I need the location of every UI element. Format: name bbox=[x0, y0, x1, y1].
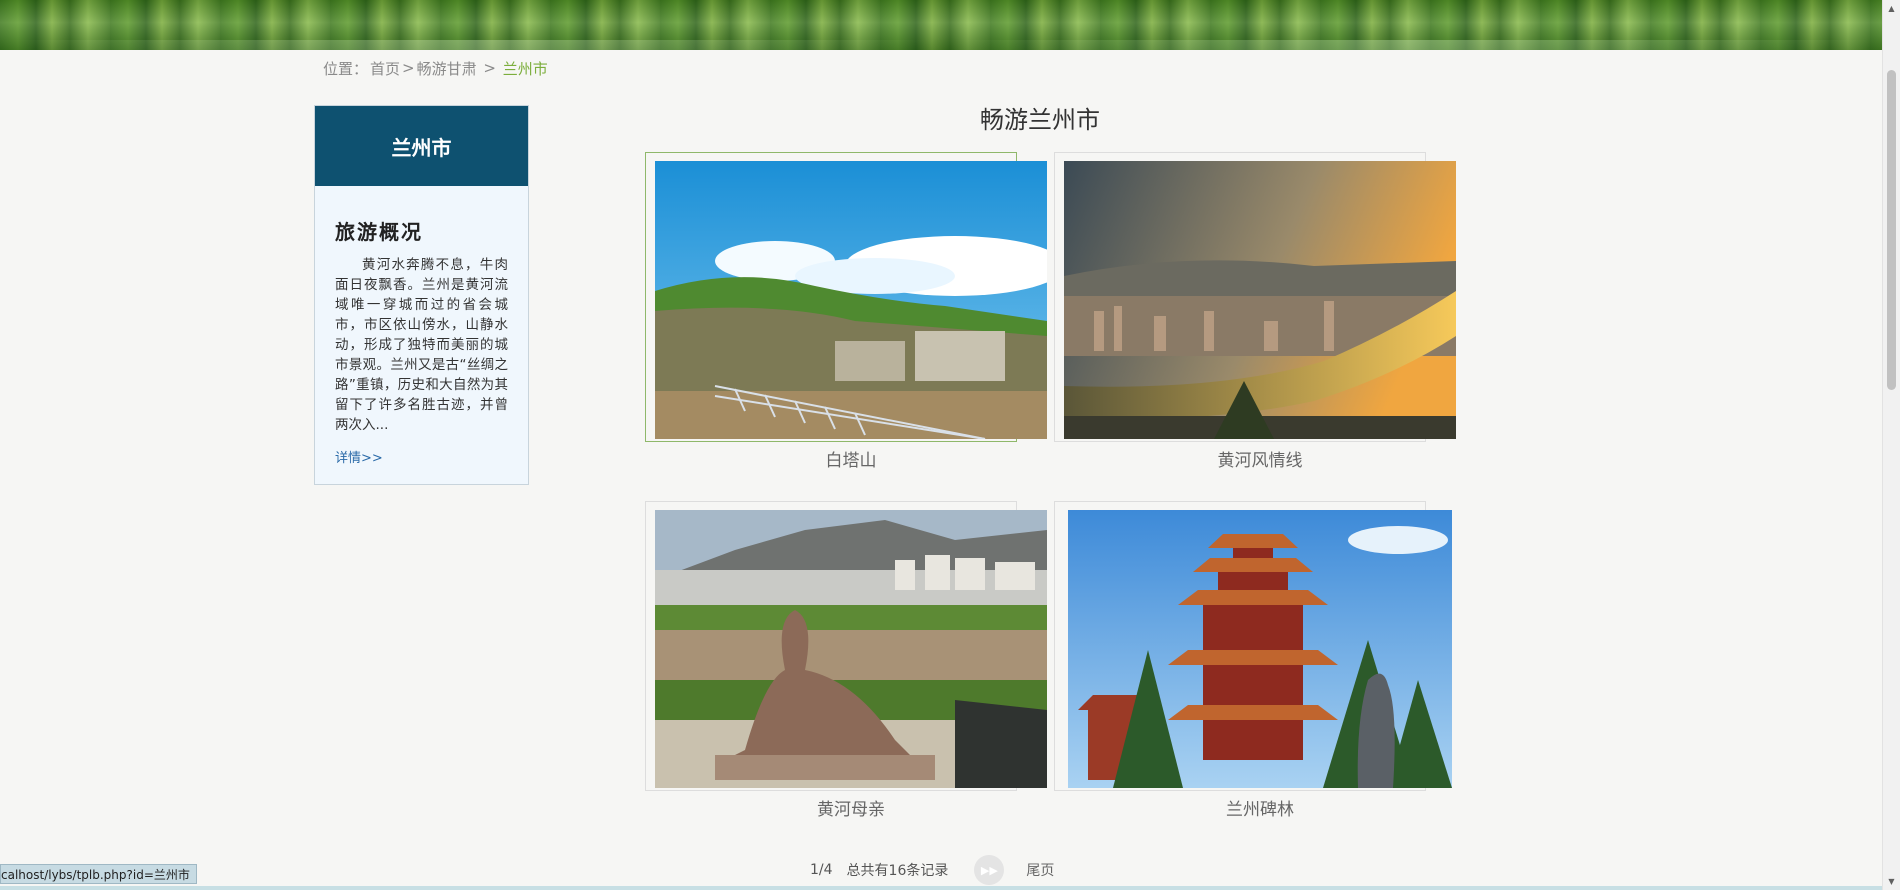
attraction-card[interactable]: 白塔山 bbox=[645, 152, 1047, 471]
breadcrumb-separator: > bbox=[402, 59, 415, 77]
baitashan-photo[interactable] bbox=[655, 161, 1047, 439]
bottom-border bbox=[0, 886, 1882, 890]
sidebar-description: 黄河水奔腾不息，牛肉面日夜飘香。兰州是黄河流域唯一穿城而过的省会城市，市区依山傍… bbox=[335, 257, 508, 433]
yellow-river-scenic-line-photo[interactable] bbox=[1064, 161, 1456, 439]
sidebar-overview-panel: 兰州市 旅游概况 黄河水奔腾不息，牛肉面日夜飘香。兰州是黄河流域唯一穿城而过的省… bbox=[314, 105, 529, 485]
sidebar-details-link[interactable]: 详情>> bbox=[335, 447, 383, 466]
fast-forward-icon[interactable]: ▶▶ bbox=[974, 855, 1005, 885]
attraction-card[interactable]: 兰州碑林 bbox=[1054, 501, 1456, 820]
last-page-link[interactable]: 尾页 bbox=[1026, 860, 1054, 880]
status-bar-url: calhost/lybs/tplb.php?id=兰州市 bbox=[0, 864, 197, 884]
card-caption[interactable]: 黄河风情线 bbox=[1064, 446, 1456, 471]
breadcrumb-separator: > bbox=[478, 59, 501, 77]
card-caption[interactable]: 白塔山 bbox=[655, 446, 1047, 471]
attraction-card[interactable]: 黄河风情线 bbox=[1054, 152, 1456, 471]
page-title: 畅游兰州市 bbox=[980, 106, 1100, 134]
card-caption[interactable]: 黄河母亲 bbox=[655, 795, 1047, 820]
breadcrumb-section-link[interactable]: 畅游甘肃 bbox=[417, 58, 477, 79]
scroll-down-arrow-icon[interactable]: ▼ bbox=[1883, 873, 1900, 890]
scroll-up-arrow-icon[interactable]: ▲ bbox=[1883, 0, 1900, 17]
header-banner-image bbox=[0, 0, 1882, 50]
scrollbar-thumb[interactable] bbox=[1887, 70, 1896, 390]
lanzhou-stele-forest-photo[interactable] bbox=[1068, 510, 1452, 788]
page-indicator: 1/4 bbox=[810, 862, 833, 878]
vertical-scrollbar[interactable]: ▲ ▼ bbox=[1882, 0, 1900, 890]
breadcrumb-current: 兰州市 bbox=[502, 59, 548, 78]
card-caption[interactable]: 兰州碑林 bbox=[1064, 795, 1456, 820]
breadcrumb-home-link[interactable]: 首页 bbox=[370, 58, 400, 79]
breadcrumb-prefix: 位置： bbox=[323, 59, 369, 78]
sidebar-header: 兰州市 bbox=[315, 106, 528, 186]
breadcrumb: 位置： 首页 > 畅游甘肃 > 兰州市 bbox=[323, 58, 548, 78]
total-records: 总共有16条记录 bbox=[846, 863, 949, 879]
sidebar-title: 旅游概况 bbox=[335, 220, 423, 244]
yellow-river-mother-statue-photo[interactable] bbox=[655, 510, 1047, 788]
pagination: 1/4 总共有16条记录 ▶▶ 尾页 bbox=[810, 855, 1054, 885]
attraction-card[interactable]: 黄河母亲 bbox=[645, 501, 1047, 820]
